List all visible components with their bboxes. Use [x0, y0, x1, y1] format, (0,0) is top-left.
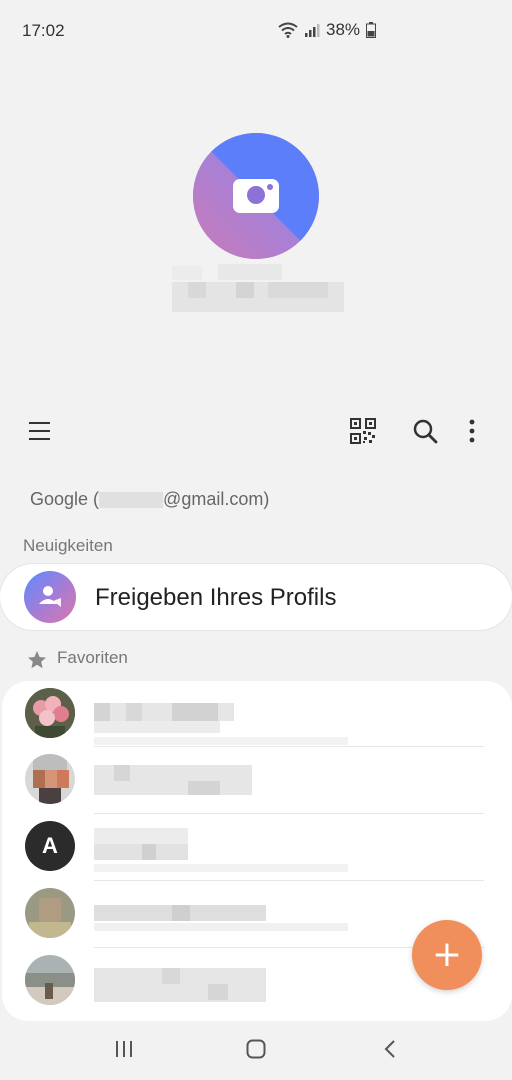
avatar: A [25, 821, 75, 871]
account-label-prefix: Google ( [30, 489, 100, 509]
back-icon[interactable] [382, 1039, 398, 1059]
add-icon: + [431, 934, 463, 975]
account-label: Google ( @gmail.com) [30, 489, 269, 510]
section-header-news: Neuigkeiten [23, 536, 113, 555]
avatar [25, 888, 75, 938]
share-profile-card[interactable]: Freigeben Ihres Profils [0, 564, 512, 630]
battery-icon [366, 22, 377, 38]
avatar [25, 688, 75, 738]
avatar-initial: A [42, 833, 58, 858]
qr-code-icon[interactable] [350, 418, 376, 444]
list-item[interactable] [2, 681, 512, 747]
signal-icon [305, 24, 320, 37]
more-vert-icon[interactable] [462, 418, 482, 444]
share-profile-label: Freigeben Ihres Profils [95, 584, 337, 611]
list-item[interactable] [2, 747, 512, 813]
wifi-icon [278, 22, 298, 38]
account-email-redacted [99, 492, 164, 509]
profile-avatar[interactable] [193, 133, 319, 259]
status-icons: 38% [278, 20, 377, 40]
menu-icon[interactable] [28, 420, 52, 442]
home-icon[interactable] [246, 1039, 266, 1059]
battery-text: 38% [326, 20, 361, 39]
share-profile-icon [24, 571, 76, 623]
search-icon[interactable] [412, 418, 438, 444]
account-label-suffix: @gmail.com) [163, 489, 270, 509]
section-header-favorites: Favoriten [57, 648, 128, 667]
status-time: 17:02 [22, 21, 65, 40]
avatar [25, 754, 75, 804]
camera-icon [233, 179, 279, 213]
star-icon [28, 651, 46, 669]
add-contact-button[interactable]: + [412, 920, 482, 990]
recents-icon[interactable] [114, 1040, 134, 1058]
avatar [25, 955, 75, 1005]
list-item[interactable]: A [2, 814, 512, 880]
